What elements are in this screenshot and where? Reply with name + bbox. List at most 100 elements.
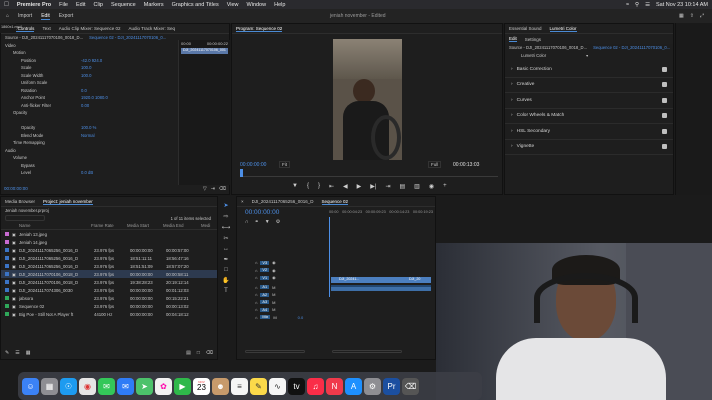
- project-item[interactable]: ▣ DJI_20241117065256_0016_D 23.976 fps 18:5…: [1, 262, 217, 270]
- label-color-swatch[interactable]: [5, 280, 9, 284]
- project-item[interactable]: ▣ jabsora 23.976 fps 00:00:00:00 00:15:22:21: [1, 294, 217, 302]
- col-media[interactable]: Medi: [201, 223, 215, 228]
- premiere-icon[interactable]: Pr: [383, 377, 400, 395]
- tab-sequence[interactable]: Sequence 02: [321, 199, 349, 205]
- launchpad-icon[interactable]: ▦: [41, 377, 58, 395]
- contacts-icon[interactable]: ☻: [212, 377, 229, 395]
- chevron-right-icon[interactable]: ›: [511, 129, 513, 134]
- add-marker-icon[interactable]: ▼: [265, 219, 270, 225]
- effect-row-value[interactable]: 1920.0 1080.0: [81, 95, 108, 100]
- mute-icon[interactable]: M: [272, 307, 275, 312]
- source-file-label[interactable]: 1860x1.mp4: [0, 23, 22, 33]
- col-frame-rate[interactable]: Frame Rate: [91, 223, 127, 228]
- sequence-label[interactable]: Sequence 02 - DJI_20241117070106_0...: [89, 35, 166, 40]
- maps-icon[interactable]: ➤: [136, 377, 153, 395]
- track-target-button[interactable]: A1: [260, 285, 270, 290]
- effect-row-value[interactable]: -42.0 924.0: [81, 58, 102, 63]
- effect-row-value[interactable]: 100.0 %: [81, 125, 96, 130]
- clip-v1b[interactable]: DJI_20: [387, 277, 431, 283]
- list-view-icon[interactable]: ☰: [15, 350, 19, 356]
- project-item[interactable]: ▣ DJI_20241117065256_0016_D 23.976 fps 00:0…: [1, 246, 217, 254]
- play-icon[interactable]: ▶: [357, 183, 362, 190]
- track-lock-icon[interactable]: ⌂: [255, 275, 257, 280]
- project-item[interactable]: ▣ DJI_20241117070106_0018_D 23.976 fps 19:3…: [1, 278, 217, 286]
- tv-icon[interactable]: tv: [288, 377, 305, 395]
- project-item[interactable]: ▣ DJI_20241117065256_0016_D 23.976 fps 18:5…: [1, 254, 217, 262]
- chevron-right-icon[interactable]: ›: [511, 82, 513, 87]
- filter-icon[interactable]: ▽: [203, 186, 207, 195]
- tab-edit[interactable]: Edit: [41, 13, 50, 20]
- chevron-right-icon[interactable]: ›: [511, 144, 513, 149]
- col-media-start[interactable]: Media Start: [127, 223, 163, 228]
- menu-help[interactable]: Help: [274, 2, 285, 8]
- track-lock-icon[interactable]: ⌂: [255, 315, 257, 320]
- chevron-right-icon[interactable]: ›: [511, 67, 513, 72]
- menu-sequence[interactable]: Sequence: [111, 2, 136, 8]
- menu-window[interactable]: Window: [247, 2, 267, 8]
- camera-icon[interactable]: ◉: [429, 183, 434, 190]
- rectangle-icon[interactable]: □: [224, 267, 228, 273]
- track-target-button[interactable]: A4: [260, 307, 270, 312]
- col-name[interactable]: Name: [5, 223, 91, 228]
- label-color-swatch[interactable]: [5, 312, 9, 316]
- lumetri-section-checkbox[interactable]: [662, 97, 667, 103]
- wrench-icon[interactable]: ⚙: [276, 219, 280, 225]
- workspace-icon[interactable]: ▦: [679, 13, 684, 19]
- label-color-swatch[interactable]: [5, 248, 9, 252]
- track-header[interactable]: ⌂ V2 ◉: [237, 267, 437, 275]
- label-color-swatch[interactable]: [5, 296, 9, 300]
- track-header[interactable]: ⌂ A3 M: [237, 299, 437, 307]
- timeline-close-icon[interactable]: ×: [241, 199, 244, 204]
- icon-view-icon[interactable]: ▦: [26, 350, 31, 356]
- add-icon[interactable]: +: [443, 183, 447, 190]
- tab-timeline-clip[interactable]: DJI_20241117065256_0016_D: [252, 199, 314, 204]
- fit-dropdown[interactable]: Fit: [279, 161, 290, 168]
- quality-dropdown[interactable]: Full: [428, 161, 442, 168]
- new-item-icon[interactable]: □: [197, 350, 200, 356]
- tab-import[interactable]: Import: [18, 13, 32, 19]
- label-color-swatch[interactable]: [5, 232, 9, 236]
- tab-audio-track-mixer[interactable]: Audio Track Mixer: Seq: [129, 26, 176, 31]
- reminders-icon[interactable]: ≡: [231, 377, 248, 395]
- track-lock-icon[interactable]: ⌂: [255, 292, 257, 297]
- project-item[interactable]: ▣ DJI_20241117074306_0030 23.976 fps 00:00:…: [1, 286, 217, 294]
- effect-timeline[interactable]: 00:00 00:00:00:22 DJI_20241117070106_001: [178, 40, 230, 185]
- track-target-button[interactable]: V3: [260, 260, 270, 265]
- label-color-swatch[interactable]: [5, 264, 9, 268]
- lift-icon[interactable]: ▤: [399, 183, 405, 190]
- clip-a1[interactable]: [331, 285, 431, 291]
- track-header[interactable]: ⌂ V3 ◉: [237, 259, 437, 267]
- lumetri-section-checkbox[interactable]: [662, 144, 667, 150]
- export-icon[interactable]: ⇥: [211, 186, 215, 195]
- clip-v1[interactable]: DJI_20241...: [331, 277, 387, 283]
- tab-lumetri-color[interactable]: Lumetri Color: [549, 26, 577, 32]
- label-color-swatch[interactable]: [5, 304, 9, 308]
- linked-icon[interactable]: ⚭: [255, 219, 259, 225]
- tab-text[interactable]: Text: [42, 26, 50, 31]
- pencil-icon[interactable]: ✎: [5, 350, 9, 356]
- project-item[interactable]: ▣ Big Poe - Still Not A Player ft 44100 Hz…: [1, 310, 217, 318]
- settings-icon[interactable]: ⚙: [364, 377, 381, 395]
- label-color-swatch[interactable]: [5, 288, 9, 292]
- track-header[interactable]: ⌂ A4 M: [237, 306, 437, 314]
- tab-audio-clip-mixer[interactable]: Audio Clip Mixer: Sequence 02: [59, 26, 121, 31]
- project-item[interactable]: ▣ Jeniah 13.jpeg: [1, 230, 217, 238]
- control-center-icon[interactable]: ☰: [645, 2, 650, 8]
- lumetri-section-checkbox[interactable]: [662, 128, 667, 134]
- menubar-clock[interactable]: Sat Nov 23 10:14 AM: [656, 2, 708, 8]
- step-back-icon[interactable]: ◀: [343, 183, 348, 190]
- lumetri-section[interactable]: › Creative: [505, 78, 673, 93]
- effect-row-value[interactable]: Normal: [81, 133, 95, 138]
- eye-icon[interactable]: ◉: [272, 275, 276, 280]
- calendar-icon[interactable]: NOV 23: [193, 377, 210, 395]
- mark-in-icon[interactable]: {: [307, 183, 309, 190]
- mute-icon[interactable]: M: [272, 292, 275, 297]
- effect-row-value[interactable]: 0.0: [81, 88, 87, 93]
- trash-dock-icon[interactable]: ⌫: [402, 377, 419, 395]
- chevron-right-icon[interactable]: ›: [511, 98, 513, 103]
- extract-icon[interactable]: ▥: [414, 183, 420, 190]
- lumetri-section[interactable]: › Color Wheels & Match: [505, 109, 673, 124]
- source-label[interactable]: Source - DJI_20241117070106_0018_D...: [5, 35, 83, 40]
- snap-icon[interactable]: ∩: [245, 219, 249, 225]
- label-color-swatch[interactable]: [5, 256, 9, 260]
